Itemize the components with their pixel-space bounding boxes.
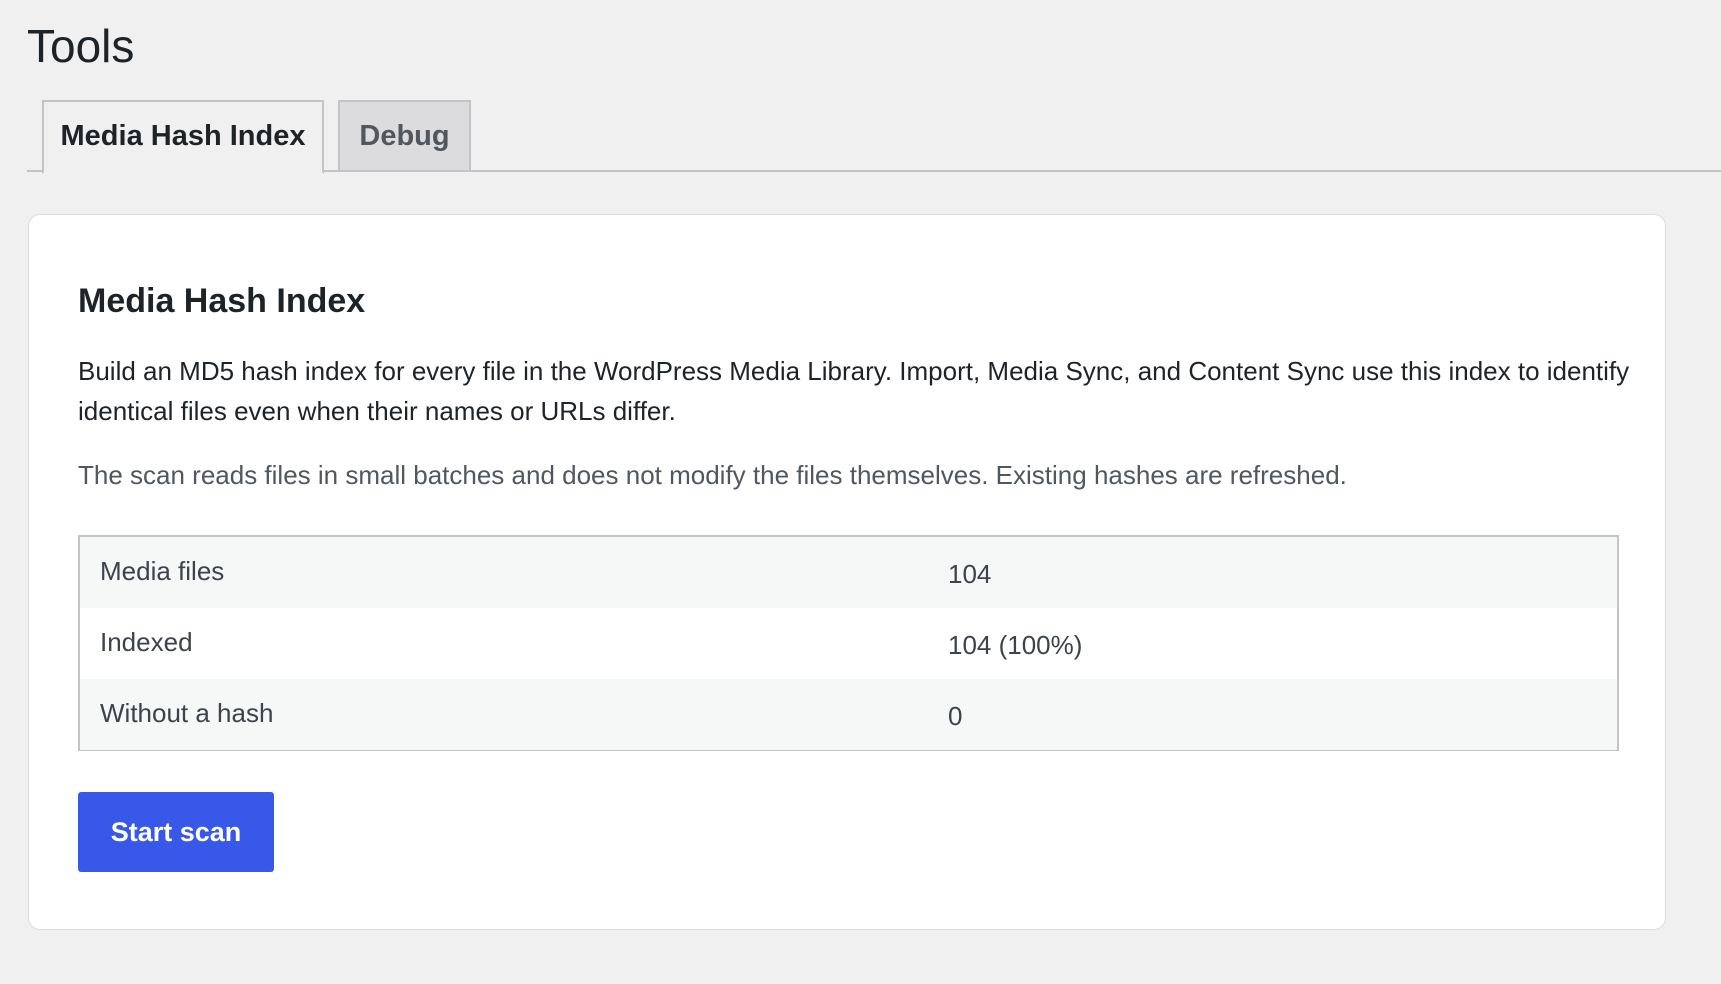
media-hash-index-panel: Media Hash Index Build an MD5 hash index… <box>28 214 1666 930</box>
stat-label-without-hash: Without a hash <box>100 698 274 728</box>
stat-value-without-hash: 0 <box>948 701 963 731</box>
stats-table: Media files 104 Indexed 104 (100%) Witho… <box>78 535 1619 751</box>
stat-label-media-files: Media files <box>100 556 225 586</box>
tab-bar: Media Hash Index Debug <box>27 100 1721 174</box>
page-title: Tools <box>27 20 135 72</box>
panel-title: Media Hash Index <box>78 282 366 320</box>
table-row: Without a hash 0 <box>80 679 1617 750</box>
tab-debug[interactable]: Debug <box>338 100 471 172</box>
panel-description: Build an MD5 hash index for every file i… <box>78 356 1630 426</box>
stat-label-indexed: Indexed <box>100 627 193 657</box>
table-row: Media files 104 <box>80 537 1617 608</box>
tab-media-hash-index[interactable]: Media Hash Index <box>42 100 324 174</box>
table-row: Indexed 104 (100%) <box>80 608 1617 679</box>
stat-value-media-files: 104 <box>948 559 992 589</box>
panel-note: The scan reads files in small batches an… <box>78 460 1347 490</box>
start-scan-button[interactable]: Start scan <box>78 792 274 872</box>
stat-value-indexed: 104 (100%) <box>948 630 1083 660</box>
